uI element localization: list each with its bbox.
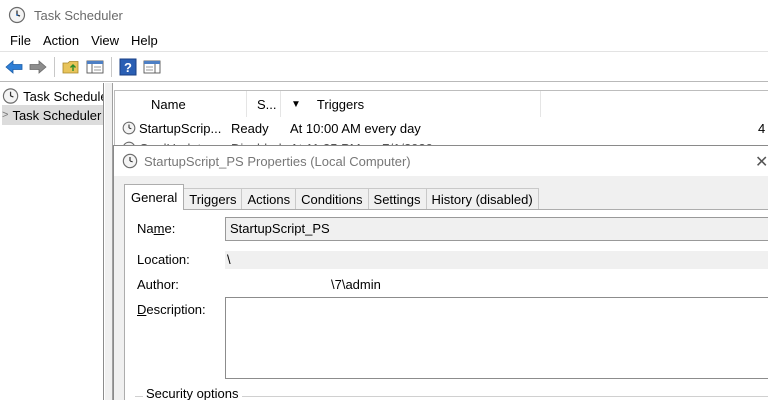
clock-icon [122,153,138,169]
show-hide-pane-icon [86,60,104,74]
window-title: Task Scheduler [34,7,123,23]
author-value: \7\admin [331,277,381,292]
tab-conditions[interactable]: Conditions [295,188,369,210]
forward-button[interactable] [27,56,49,78]
svg-text:?: ? [124,60,132,75]
pane-splitter[interactable] [105,83,113,400]
properties-dialog: StartupScript_PS Properties (Local Compu… [113,145,768,400]
security-options-label: Security options [143,386,242,400]
general-tab-panel: Name: StartupScript_PS Location: \ Autho… [124,209,768,400]
toolbar-separator [54,57,55,77]
task-name-field[interactable]: StartupScript_PS [225,217,768,241]
column-header-status[interactable]: S... [247,91,281,117]
chevron-right-icon[interactable]: > [2,109,8,121]
menu-action[interactable]: Action [37,30,85,52]
name-label: Name: [137,221,176,236]
action-pane-icon [143,60,161,74]
author-label: Author: [137,277,179,292]
tab-history[interactable]: History (disabled) [425,188,539,210]
dialog-title: StartupScript_PS Properties (Local Compu… [144,153,411,169]
task-extra-cell: 4 [758,120,766,136]
menu-file[interactable]: File [4,30,37,52]
tab-general[interactable]: General [124,184,185,210]
tab-triggers[interactable]: Triggers [183,188,243,210]
menu-help[interactable]: Help [125,30,164,52]
show-hide-console-tree-button[interactable] [84,56,106,78]
console-tree: Task Scheduler > Task Scheduler Library [0,83,104,400]
clock-icon [122,121,136,135]
help-icon: ? [119,58,137,76]
column-header-triggers[interactable]: ▼ Triggers [281,91,541,117]
task-name-cell: StartupScrip... [139,120,222,136]
tab-strip: General Triggers Actions Conditions Sett… [124,184,539,210]
description-label: Description: [137,302,206,317]
clock-icon [2,88,19,104]
up-folder-button[interactable] [60,56,82,78]
tab-actions[interactable]: Actions [241,188,297,210]
location-value: \ [225,251,768,269]
task-status-cell: Ready [231,120,269,136]
task-scheduler-icon [8,6,26,24]
column-header-name[interactable]: Name [115,91,247,117]
tree-item-task-scheduler-library[interactable]: > Task Scheduler Library [2,105,103,125]
table-row[interactable]: StartupScrip... Ready At 10:00 AM every … [115,118,768,138]
tree-item-label: Task Scheduler [23,88,104,104]
toolbar: ? [0,53,768,82]
toolbar-separator [111,57,112,77]
menu-bar: File Action View Help [0,30,768,52]
app-titlebar: Task Scheduler [0,0,768,30]
menu-view[interactable]: View [85,30,125,52]
description-field[interactable] [225,297,768,379]
sort-desc-icon: ▼ [291,98,301,110]
dialog-titlebar: StartupScript_PS Properties (Local Compu… [114,146,768,176]
show-hide-action-pane-button[interactable] [141,56,163,78]
task-trigger-cell: At 10:00 AM every day [290,120,421,136]
tree-item-task-scheduler[interactable]: Task Scheduler [2,86,104,106]
location-label: Location: [137,252,190,267]
forward-arrow-icon [29,60,47,74]
task-list: Name S... ▼ Triggers StartupScrip... Rea… [114,90,768,150]
tree-item-label: Task Scheduler Library [12,107,103,123]
tab-settings[interactable]: Settings [367,188,427,210]
back-button[interactable] [3,56,25,78]
folder-up-icon [62,61,79,74]
back-arrow-icon [5,60,23,74]
close-icon[interactable]: ✕ [755,152,768,172]
help-button[interactable]: ? [117,56,139,78]
